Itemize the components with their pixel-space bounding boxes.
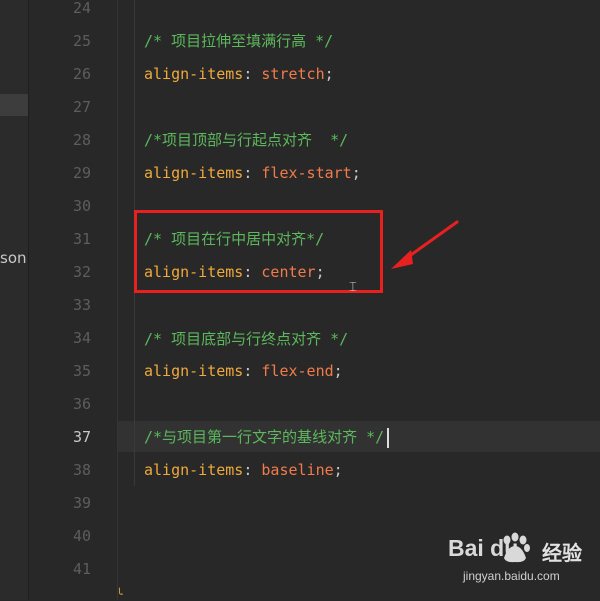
line-number: 30 [72, 196, 91, 215]
line-number: 39 [72, 494, 91, 513]
code-token-comment: /* 项目底部与行终点对齐 */ [144, 329, 349, 348]
text-caret [387, 427, 390, 448]
code-token-val: baseline [261, 461, 334, 480]
code-line[interactable]: 38 align-items: baseline; [29, 454, 600, 487]
code-token-semi: ; [351, 163, 361, 182]
line-number: 35 [72, 362, 91, 381]
file-explorer-panel: son [0, 0, 28, 600]
line-number: 34 [72, 329, 91, 347]
code-line[interactable]: 24 [29, 0, 600, 24]
code-token-comment: /*与项目第一行文字的基线对齐 */ [144, 428, 385, 447]
code-text[interactable]: /*与项目第一行文字的基线对齐 */ [144, 426, 390, 448]
code-text[interactable]: align-items: flex-end; [144, 362, 343, 380]
code-line[interactable]: 39 [29, 487, 600, 520]
code-line[interactable]: 35 align-items: flex-end; [29, 355, 600, 388]
baidu-jingyan-watermark: Bai du 经验 jingyan.baidu.com [448, 532, 598, 597]
code-token-punct: : [243, 461, 262, 480]
code-token-prop: align-items [144, 461, 244, 480]
line-number: 28 [72, 130, 91, 149]
line-number: 32 [72, 262, 91, 281]
line-number: 37 [72, 428, 91, 447]
code-token-punct: : [243, 362, 262, 381]
code-token-punct: : [243, 163, 262, 182]
code-line[interactable]: 36 [29, 388, 600, 421]
code-token-prop: align-items [144, 163, 244, 182]
line-number: 40 [72, 527, 91, 546]
line-number: 24 [72, 0, 91, 17]
watermark-url: jingyan.baidu.com [463, 569, 560, 583]
code-text[interactable]: /* 项目拉伸至填满行高 */ [144, 30, 333, 51]
code-text[interactable]: align-items: flex-start; [144, 164, 361, 182]
code-token-val: flex-start [261, 163, 352, 182]
code-line[interactable]: 28 /*项目顶部与行起点对齐 */ [29, 123, 600, 156]
line-number: 31 [72, 229, 91, 248]
line-number: 41 [72, 560, 91, 579]
code-text[interactable]: /* 项目底部与行终点对齐 */ [144, 328, 348, 349]
watermark-suffix: 经验 [542, 543, 582, 565]
code-token-comment: /* 项目拉伸至填满行高 */ [144, 32, 334, 51]
code-line[interactable]: 27 [29, 90, 600, 123]
code-line[interactable]: 37 /*与项目第一行文字的基线对齐 */ [29, 421, 600, 454]
line-number: 26 [72, 64, 91, 83]
code-line[interactable]: 34 /* 项目底部与行终点对齐 */ [29, 322, 600, 355]
code-token-prop: align-items [144, 64, 244, 83]
code-line[interactable]: 26 align-items: stretch; [29, 57, 600, 90]
sidebar-selected-row[interactable] [0, 94, 28, 116]
code-token-val: stretch [261, 64, 325, 83]
sidebar-file-label[interactable]: son [0, 249, 27, 267]
code-line[interactable]: 33 [29, 288, 600, 321]
annotation-highlight-box [134, 210, 383, 293]
baidu-paw-icon [503, 532, 530, 563]
line-number: 38 [72, 461, 91, 480]
code-text[interactable]: /*项目顶部与行起点对齐 */ [144, 129, 348, 150]
code-text[interactable]: align-items: stretch; [144, 65, 334, 83]
code-line[interactable]: 25 /* 项目拉伸至填满行高 */ [29, 24, 600, 57]
text-cursor-icon: ⌶ [349, 280, 357, 295]
line-number: 33 [72, 295, 91, 314]
annotation-arrow-icon [391, 220, 459, 269]
line-number: 25 [72, 31, 91, 50]
code-token-comment: /*项目顶部与行起点对齐 */ [144, 131, 349, 150]
code-token-semi: ; [324, 64, 334, 83]
code-line[interactable]: 29 align-items: flex-start; [29, 156, 600, 189]
fold-marker-icon: ╰ [116, 588, 123, 601]
code-token-prop: align-items [144, 362, 244, 381]
code-token-punct: : [243, 64, 262, 83]
line-number: 29 [72, 163, 91, 182]
code-token-val: flex-end [261, 362, 334, 381]
code-token-semi: ; [333, 362, 343, 381]
code-token-semi: ; [333, 461, 343, 480]
line-number: 36 [72, 395, 91, 414]
code-text[interactable]: align-items: baseline; [144, 461, 343, 479]
line-number: 27 [72, 97, 91, 116]
